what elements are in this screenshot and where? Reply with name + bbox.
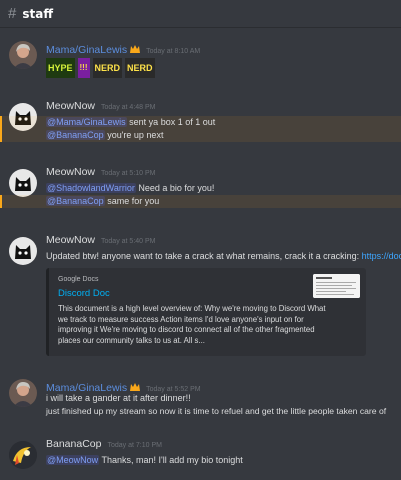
message-text: you're up next <box>104 130 164 140</box>
timestamp: Today at 5:10 PM <box>101 170 156 177</box>
message-text: Updated btw! anyone want to take a crack… <box>46 251 362 261</box>
avatar[interactable] <box>9 379 37 407</box>
docs-link[interactable]: https://docs <box>362 251 401 261</box>
message-line: @BananaCop same for you <box>0 195 401 208</box>
message-line: @ShadowlandWarrior Need a bio for you! <box>46 182 401 195</box>
hype-badge-emoji[interactable]: !!! <box>77 58 90 78</box>
link-embed: Google Docs Discord Doc This document is… <box>46 268 366 356</box>
timestamp: Today at 4:48 PM <box>101 104 156 111</box>
hype-emoji[interactable]: HYPE <box>46 58 75 78</box>
user-mention[interactable]: @Mama/GinaLewis <box>46 117 127 127</box>
message-line: @Mama/GinaLewis sent ya box 1 of 1 out <box>0 116 401 129</box>
avatar[interactable] <box>9 441 37 469</box>
channel-name: staff <box>22 6 54 21</box>
nerd-emoji[interactable]: NERD <box>125 58 155 78</box>
embed-title-link[interactable]: Discord Doc <box>58 288 110 299</box>
message-text: same for you <box>104 196 160 206</box>
embed-thumbnail[interactable] <box>313 274 360 298</box>
author-name[interactable]: MeowNow <box>46 234 95 246</box>
message-line: @BananaCop you're up next <box>0 129 401 142</box>
channel-header: # staff <box>0 0 401 28</box>
crown-icon <box>130 376 141 391</box>
timestamp: Today at 7:10 PM <box>107 442 162 449</box>
avatar[interactable] <box>9 169 37 197</box>
user-mention[interactable]: @ShadowlandWarrior <box>46 183 136 193</box>
author-name[interactable]: BananaCop <box>46 438 101 450</box>
avatar[interactable] <box>9 237 37 265</box>
author-name[interactable]: MeowNow <box>46 166 95 178</box>
message-text: Thanks, man! I'll add my bio tonight <box>99 455 243 465</box>
timestamp: Today at 8:10 AM <box>146 48 201 55</box>
crown-icon <box>130 38 141 53</box>
nerd-emoji[interactable]: NERD <box>92 58 123 78</box>
user-mention[interactable]: @BananaCop <box>46 196 105 206</box>
message-text: Need a bio for you! <box>135 183 215 193</box>
timestamp: Today at 5:40 PM <box>101 238 156 245</box>
embed-provider: Google Docs <box>58 276 99 283</box>
user-mention[interactable]: @BananaCop <box>46 130 105 140</box>
message-line: @MeowNow Thanks, man! I'll add my bio to… <box>46 454 401 467</box>
message-text: sent ya box 1 of 1 out <box>126 117 216 127</box>
embed-description: This document is a high level overview o… <box>58 304 326 345</box>
author-name[interactable]: MeowNow <box>46 100 95 112</box>
author-name[interactable]: Mama/GinaLewis <box>46 44 127 56</box>
avatar[interactable] <box>9 41 37 69</box>
message-line: i will take a gander at it after dinner!… <box>46 393 191 403</box>
channel-hash-icon: # <box>8 5 17 22</box>
message-line: just finished up my stream so now it is … <box>46 406 387 416</box>
message-line: Updated btw! anyone want to take a crack… <box>46 250 401 263</box>
user-mention[interactable]: @MeowNow <box>46 455 100 465</box>
